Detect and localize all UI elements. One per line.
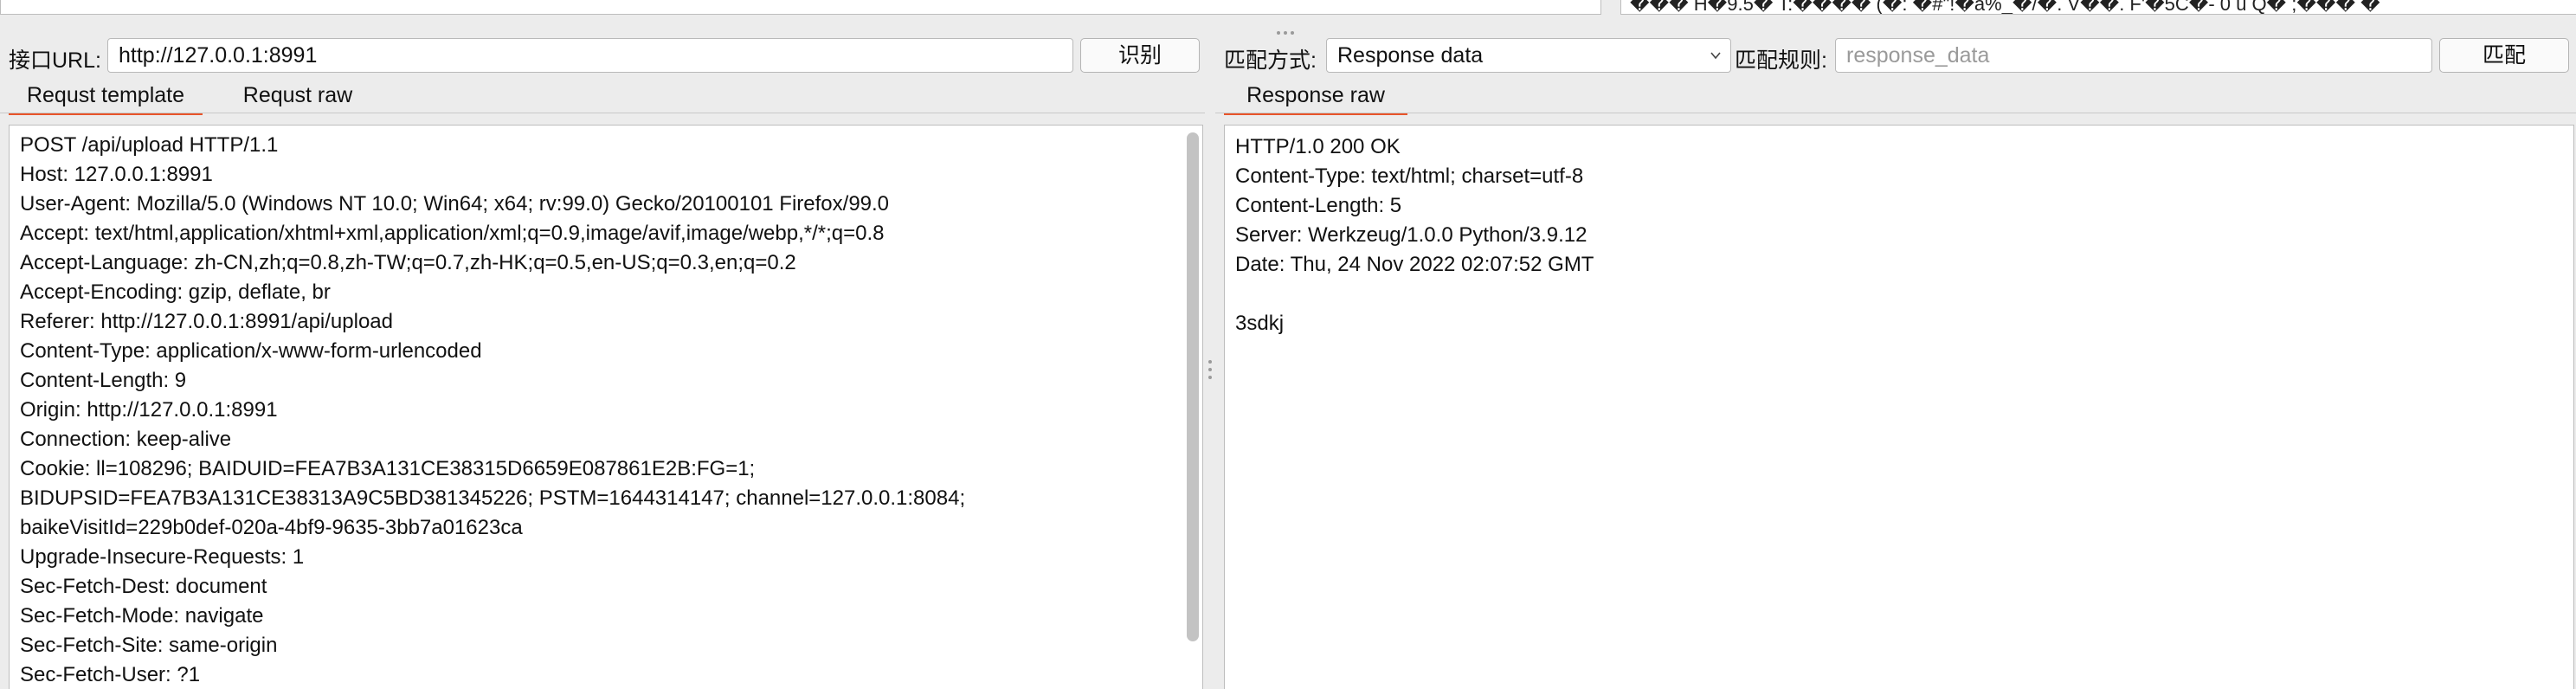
tab-request-raw[interactable]: Requst raw (220, 81, 376, 113)
response-line: HTTP/1.0 200 OK (1235, 135, 1401, 158)
response-line (1235, 280, 1594, 309)
response-line: Server: Werkzeug/1.0.0 Python/3.9.12 (1235, 223, 1587, 247)
response-line: Date: Thu, 24 Nov 2022 02:07:52 GMT (1235, 253, 1594, 276)
match-mode-select[interactable]: Response data (1326, 38, 1731, 73)
response-line: 3sdkj (1235, 312, 1285, 335)
match-rule-label: 匹配规则: (1735, 48, 1827, 73)
top-right-textarea[interactable]: ��� H�9.5� T:���� (�: �#"!�a%_�/�. V��. … (1620, 0, 2576, 15)
response-line: Content-Length: 5 (1235, 194, 1402, 217)
identify-button[interactable]: 识别 (1080, 38, 1200, 73)
url-label: 接口URL: (9, 48, 101, 73)
garbled-text: ��� H�9.5� T:���� (�: �#"!�a%_�/�. V��. … (1630, 0, 2380, 15)
request-line: Sec-Fetch-Dest: document (20, 575, 267, 598)
request-line: BIDUPSID=FEA7B3A131CE38313A9C5BD38134522… (20, 486, 966, 510)
request-line: baikeVisitId=229b0def-020a-4bf9-9635-3bb… (20, 516, 523, 539)
request-line: Connection: keep-alive (20, 428, 232, 451)
request-line: Content-Length: 9 (20, 369, 187, 392)
vertical-splitter-grip-icon[interactable] (1208, 360, 1214, 391)
request-line: Referer: http://127.0.0.1:8991/api/uploa… (20, 310, 393, 333)
response-text[interactable]: HTTP/1.0 200 OK Content-Type: text/html; … (1235, 132, 1594, 338)
match-rule-input[interactable]: response_data (1835, 38, 2432, 73)
request-pane: 接口URL: http://127.0.0.1:8991 识别 Requst t… (0, 31, 1205, 689)
match-mode-label: 匹配方式: (1224, 48, 1317, 73)
request-line: Cookie: ll=108296; BAIDUID=FEA7B3A131CE3… (20, 457, 756, 480)
request-line: Sec-Fetch-Mode: navigate (20, 604, 264, 628)
match-mode-value: Response data (1337, 43, 1484, 68)
request-editor[interactable]: POST /api/upload HTTP/1.1 Host: 127.0.0.1… (9, 125, 1203, 689)
request-line: Accept-Encoding: gzip, deflate, br (20, 280, 331, 304)
response-line: Content-Type: text/html; charset=utf-8 (1235, 164, 1584, 188)
request-line: Accept-Language: zh-CN,zh;q=0.8,zh-TW;q=… (20, 251, 796, 274)
request-line: Content-Type: application/x-www-form-url… (20, 339, 482, 363)
top-strip: ��� H�9.5� T:���� (�: �#"!�a%_�/�. V��. … (0, 0, 2576, 17)
request-line: Origin: http://127.0.0.1:8991 (20, 398, 278, 422)
tab-response-raw[interactable]: Response raw (1224, 81, 1407, 115)
request-line: Accept: text/html,application/xhtml+xml,… (20, 222, 885, 245)
request-line: Sec-Fetch-User: ?1 (20, 663, 201, 686)
response-pane: 匹配方式: Response data 匹配规则: response_data … (1215, 31, 2576, 689)
request-line: Host: 127.0.0.1:8991 (20, 163, 213, 186)
chevron-down-icon (1710, 52, 1721, 60)
request-line: User-Agent: Mozilla/5.0 (Windows NT 10.0… (20, 192, 890, 216)
top-left-textarea[interactable] (0, 0, 1601, 15)
response-editor[interactable]: HTTP/1.0 200 OK Content-Type: text/html; … (1224, 125, 2574, 689)
match-rule-placeholder: response_data (1846, 43, 1990, 68)
match-button[interactable]: 匹配 (2439, 38, 2569, 73)
request-scrollbar[interactable] (1187, 132, 1199, 641)
horizontal-splitter-grip-icon[interactable] (1277, 23, 1298, 35)
request-line: POST /api/upload HTTP/1.1 (20, 133, 279, 157)
request-line: Sec-Fetch-Site: same-origin (20, 634, 278, 657)
url-input[interactable]: http://127.0.0.1:8991 (107, 38, 1073, 73)
tab-request-template[interactable]: Requst template (9, 81, 203, 115)
request-text[interactable]: POST /api/upload HTTP/1.1 Host: 127.0.0.1… (20, 131, 965, 689)
request-line: Upgrade-Insecure-Requests: 1 (20, 545, 305, 569)
